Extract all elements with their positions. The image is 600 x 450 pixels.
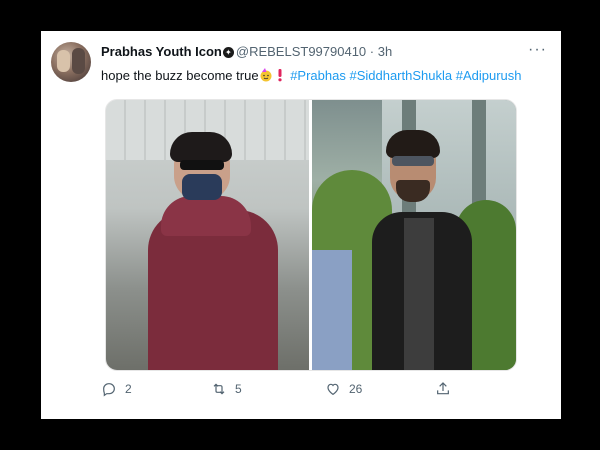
media-photo-left[interactable] — [106, 100, 309, 370]
hashtag-siddharthshukla[interactable]: #SiddharthShukla — [349, 68, 452, 83]
background-person — [312, 250, 352, 370]
face-mask — [182, 174, 222, 200]
avatar[interactable] — [51, 42, 91, 82]
retweet-icon — [213, 383, 225, 395]
hashtag-prabhas[interactable]: #Prabhas — [290, 68, 346, 83]
sunglasses — [180, 160, 224, 170]
reply-icon — [103, 383, 115, 397]
like-button[interactable]: 26 — [325, 381, 362, 397]
avatar-figure-right — [72, 48, 85, 74]
reply-button[interactable]: 2 — [101, 381, 132, 397]
tweet-media — [105, 99, 517, 371]
badge-icon: ✦ — [222, 47, 234, 59]
like-count: 26 — [349, 382, 363, 396]
tweet-text-body: hope the buzz become true — [101, 68, 259, 83]
party-face-icon — [260, 68, 272, 82]
tweet-card: Prabhas Youth Icon ✦ @REBELST99790410 · 3h… — [41, 31, 561, 419]
retweet-count: 5 — [235, 382, 242, 396]
author-handle[interactable]: @REBELST99790410 — [236, 44, 366, 59]
heart-icon — [327, 383, 339, 396]
author-name[interactable]: Prabhas Youth Icon — [101, 44, 222, 59]
reply-count: 2 — [125, 382, 132, 396]
media-photo-right[interactable] — [312, 100, 516, 370]
hashtag-adipurush[interactable]: #Adipurush — [456, 68, 522, 83]
retweet-button[interactable]: 5 — [211, 381, 242, 397]
glasses — [392, 156, 434, 166]
tweet-header: Prabhas Youth Icon ✦ @REBELST99790410 · 3h — [101, 44, 549, 60]
tweet-text: hope the buzz become true #Prabhas #Sidd… — [101, 68, 551, 84]
tweet-actions: 2 5 26 — [97, 381, 457, 403]
share-button[interactable] — [435, 381, 451, 397]
beard — [396, 180, 430, 202]
exclamation-icon — [277, 69, 282, 82]
shirt — [404, 218, 434, 370]
avatar-figure-left — [57, 50, 70, 72]
person-hair — [386, 130, 440, 158]
person-hair — [170, 132, 232, 162]
tweet-time[interactable]: 3h — [378, 44, 392, 59]
share-icon — [437, 382, 449, 395]
separator-dot: · — [369, 44, 375, 59]
more-icon[interactable]: ··· — [528, 41, 547, 59]
hoodie-collar — [161, 196, 251, 236]
